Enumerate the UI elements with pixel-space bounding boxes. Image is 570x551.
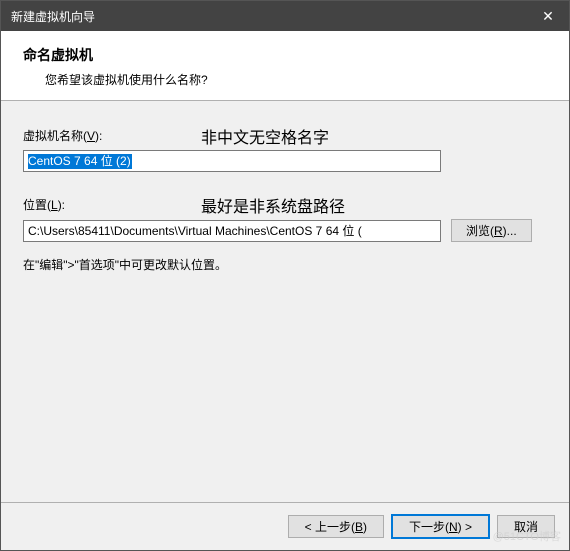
wizard-body: 虚拟机名称(V): 非中文无空格名字 CentOS 7 64 位 (2) 位置(… (1, 101, 569, 502)
close-icon: ✕ (542, 8, 554, 25)
titlebar: 新建虚拟机向导 ✕ (1, 1, 569, 31)
wizard-window: 新建虚拟机向导 ✕ 命名虚拟机 您希望该虚拟机使用什么名称? 虚拟机名称(V):… (0, 0, 570, 551)
browse-button[interactable]: 浏览(R)... (451, 219, 532, 242)
vm-name-annotation: 非中文无空格名字 (201, 124, 329, 148)
back-button[interactable]: < 上一步(B) (288, 515, 384, 538)
vm-name-label-row: 虚拟机名称(V): 非中文无空格名字 (23, 127, 547, 144)
cancel-button[interactable]: 取消 (497, 515, 555, 538)
window-title: 新建虚拟机向导 (11, 8, 527, 25)
page-subtitle: 您希望该虚拟机使用什么名称? (45, 71, 547, 88)
wizard-footer: < 上一步(B) 下一步(N) > 取消 @51CTO博客 (1, 502, 569, 550)
location-row: 浏览(R)... (23, 219, 547, 242)
vm-name-label: 虚拟机名称(V): (23, 127, 102, 144)
hint-text: 在"编辑">"首选项"中可更改默认位置。 (23, 256, 547, 273)
wizard-header: 命名虚拟机 您希望该虚拟机使用什么名称? (1, 31, 569, 101)
page-title: 命名虚拟机 (23, 45, 547, 65)
next-button[interactable]: 下一步(N) > (392, 515, 489, 538)
location-input[interactable] (23, 220, 441, 242)
location-label: 位置(L): (23, 196, 65, 213)
vm-name-input[interactable]: CentOS 7 64 位 (2) (23, 150, 441, 172)
location-label-row: 位置(L): 最好是非系统盘路径 (23, 196, 547, 213)
location-annotation: 最好是非系统盘路径 (201, 193, 345, 217)
close-button[interactable]: ✕ (527, 1, 569, 31)
